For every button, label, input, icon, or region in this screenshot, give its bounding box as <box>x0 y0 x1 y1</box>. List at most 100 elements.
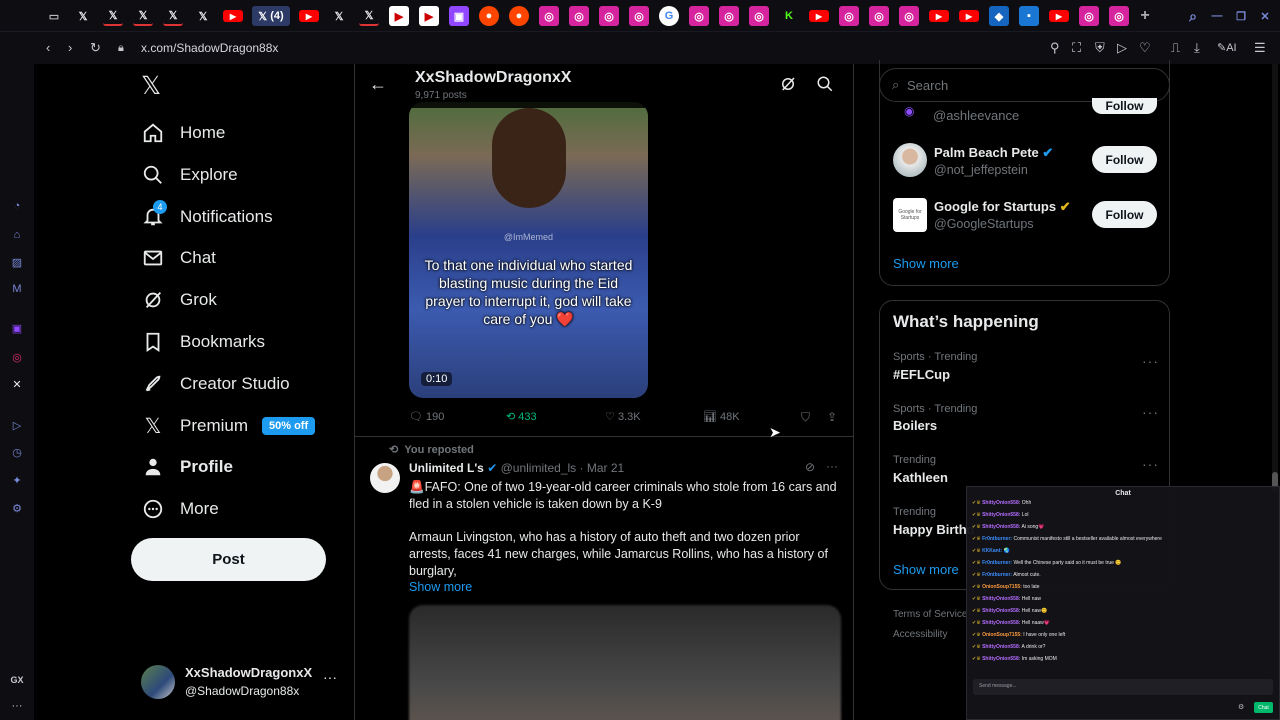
post-video[interactable]: @ImMemed To that one individual who star… <box>409 102 648 398</box>
wallet-icon[interactable]: ⎍ <box>1171 40 1180 56</box>
messenger-icon[interactable]: M <box>9 281 25 297</box>
chat-send-button[interactable]: Chat <box>1254 702 1273 713</box>
follow-button[interactable]: Follow <box>1092 98 1157 114</box>
forward-icon[interactable]: › <box>68 40 72 55</box>
minimize-icon[interactable]: — <box>1207 6 1227 26</box>
flow-icon[interactable]: ▷ <box>1117 40 1127 56</box>
gx-icon[interactable]: GX <box>9 672 25 688</box>
tab-youtube-icon[interactable]: ▶ <box>959 10 979 22</box>
reply-button[interactable]: 🗨︎ 190 <box>409 410 444 423</box>
tweet-more-icon[interactable]: ··· <box>826 459 838 473</box>
close-window-icon[interactable]: ✕ <box>1255 6 1275 26</box>
chat-username[interactable]: ShittyOnion558: <box>982 596 1020 602</box>
follow-button[interactable]: Follow <box>1092 201 1157 228</box>
tab-x-icon[interactable]: 𝕏 <box>103 6 123 26</box>
bookmark-icon[interactable]: ⛉ <box>801 410 810 425</box>
back-icon[interactable]: ‹ <box>46 40 50 55</box>
tab-instagram-icon[interactable]: ◎ <box>1109 6 1129 26</box>
nav-chat[interactable]: Chat <box>141 241 216 275</box>
new-tab-icon[interactable]: + <box>1135 6 1155 26</box>
author-handle[interactable]: @unlimited_ls <box>501 461 577 475</box>
nav-home[interactable]: Home <box>141 116 225 150</box>
chat-username[interactable]: ShittyOnion558: <box>982 656 1020 662</box>
tab-reddit-icon[interactable]: ● <box>509 6 529 26</box>
chat-username[interactable]: Fr0ntburner: <box>982 536 1012 542</box>
tab-arrow-icon[interactable]: ▶ <box>419 6 439 26</box>
trend-more-icon[interactable]: ··· <box>1142 353 1159 369</box>
trend-name[interactable]: Happy Birthd <box>893 522 975 537</box>
chat-username[interactable]: ShittyOnion558: <box>982 512 1020 518</box>
shield-icon[interactable]: ⛨ <box>1095 40 1105 56</box>
tab-instagram-icon[interactable]: ◎ <box>899 6 919 26</box>
heart-icon[interactable]: ♡ <box>1139 40 1151 56</box>
tab-twitch-icon[interactable]: ▣ <box>449 6 469 26</box>
x-logo-icon[interactable]: 𝕏 <box>141 73 167 99</box>
nav-profile[interactable]: Profile <box>141 450 233 484</box>
tab-x-active[interactable]: 𝕏 (4) <box>252 6 290 26</box>
tweet-media[interactable] <box>409 605 841 720</box>
history-icon[interactable]: ◷ <box>9 444 25 460</box>
snapshot-icon[interactable]: ⛶ <box>1072 40 1081 56</box>
tab-gamepad-icon[interactable]: ▭ <box>44 6 64 26</box>
show-more-link[interactable]: Show more <box>893 256 959 271</box>
tab-youtube-icon[interactable]: ▶ <box>223 10 243 22</box>
trend-more-icon[interactable]: ··· <box>1142 404 1159 420</box>
chat-username[interactable]: ShittyOnion558: <box>982 608 1020 614</box>
tab-x-icon[interactable]: 𝕏 <box>163 6 183 26</box>
tab-search-icon[interactable]: ⌕ <box>1183 6 1203 26</box>
avatar[interactable]: Google for Startups <box>893 198 927 232</box>
settings-icon[interactable]: ⚙ <box>9 500 25 516</box>
download-icon[interactable]: ⤓ <box>1194 40 1200 56</box>
tab-reddit-icon[interactable]: ● <box>479 6 499 26</box>
tab-youtube-icon[interactable]: ▶ <box>299 10 319 22</box>
tab-instagram-icon[interactable]: ◎ <box>629 6 649 26</box>
tab-youtube-icon[interactable]: ▶ <box>1049 10 1069 22</box>
tab-instagram-icon[interactable]: ◎ <box>839 6 859 26</box>
footer-link[interactable]: Terms of Service <box>893 609 967 620</box>
tab-kick-icon[interactable]: K <box>779 6 799 26</box>
tab-x-icon[interactable]: 𝕏 <box>193 6 213 26</box>
nav-more[interactable]: More <box>141 492 219 526</box>
views-button[interactable]: 📊︎ 48K <box>703 410 740 423</box>
chat-username[interactable]: OnionSoup7155: <box>982 632 1022 638</box>
chat-username[interactable]: OnionSoup7155: <box>982 584 1022 590</box>
sidebar-more-icon[interactable]: ··· <box>9 698 25 714</box>
chat-username[interactable]: Fr0ntburner: <box>982 572 1012 578</box>
nav-grok[interactable]: Grok <box>141 283 217 317</box>
tab-instagram-icon[interactable]: ◎ <box>1079 6 1099 26</box>
maximize-icon[interactable]: ❐ <box>1231 6 1251 26</box>
search-icon[interactable] <box>816 75 834 98</box>
account-switcher[interactable]: XxShadowDragonxX @ShadowDragon88x ··· <box>141 665 351 701</box>
tab-instagram-icon[interactable]: ◎ <box>869 6 889 26</box>
tab-x-icon[interactable]: 𝕏 <box>329 6 349 26</box>
follow-button[interactable]: Follow <box>1092 146 1157 173</box>
avatar[interactable] <box>370 463 400 493</box>
back-arrow-icon[interactable]: ← <box>369 74 387 95</box>
tab-google-icon[interactable]: G <box>659 6 679 26</box>
tab-x-icon[interactable]: 𝕏 <box>133 6 153 26</box>
nav-bookmarks[interactable]: Bookmarks <box>141 325 265 359</box>
chat-input[interactable]: Send message... <box>973 679 1273 695</box>
chat-username[interactable]: Fr0ntburner: <box>982 560 1012 566</box>
tab-instagram-icon[interactable]: ◎ <box>569 6 589 26</box>
tweet-date[interactable]: · Mar 21 <box>580 461 625 475</box>
repost-button[interactable]: ⟲ 433 <box>506 410 537 423</box>
chat-username[interactable]: ShittyOnion558: <box>982 500 1020 506</box>
show-more-link[interactable]: Show more <box>893 562 959 577</box>
tab-x-icon[interactable]: 𝕏 <box>359 6 379 26</box>
ai-bot-icon[interactable]: ⌂ <box>9 227 25 243</box>
tab-app-icon[interactable]: ▪ <box>1019 6 1039 26</box>
chat-username[interactable]: KKKant: <box>982 548 1002 554</box>
trend-name[interactable]: Boilers <box>893 418 937 433</box>
follow-name-row[interactable]: Google for Startups ✔︎ <box>934 199 1071 215</box>
instagram-icon[interactable]: ◎ <box>9 349 25 365</box>
nav-premium[interactable]: 𝕏 Premium 50% off <box>141 409 316 443</box>
footer-link[interactable]: Accessibility <box>893 629 947 640</box>
chat-username[interactable]: ShittyOnion558: <box>982 524 1020 530</box>
nav-explore[interactable]: Explore <box>141 158 238 192</box>
url-field[interactable]: x.com/ShadowDragon88x <box>141 41 278 55</box>
tab-youtube-icon[interactable]: ▶ <box>929 10 949 22</box>
chat-username[interactable]: ShittyOnion558: <box>982 620 1020 626</box>
avatar[interactable] <box>893 143 927 177</box>
grok-icon[interactable]: ⊘ <box>805 460 815 474</box>
